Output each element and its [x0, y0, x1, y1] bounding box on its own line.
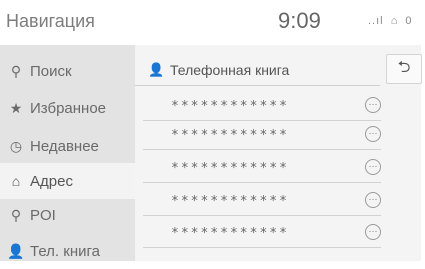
- sidebar-item-search[interactable]: ⚲ Поиск: [0, 53, 135, 89]
- status-icons: ..ıl ⌂ 0: [368, 15, 416, 27]
- list-item[interactable]: ************ ···: [143, 220, 381, 248]
- list-header: 👤 Телефонная книга: [135, 55, 380, 86]
- clock-display: 9:09: [278, 8, 321, 33]
- masked-entry: ************: [171, 226, 289, 241]
- sidebar-item-recent[interactable]: ◷ Недавнее: [0, 128, 135, 164]
- header-bar: Навигация 9:09 ..ıl ⌂ 0: [0, 0, 421, 46]
- sidebar-item-address[interactable]: ⌂ Адрес: [0, 163, 135, 199]
- masked-entry: ************: [171, 161, 289, 176]
- address-icon: ⌂: [11, 173, 21, 189]
- star-icon: ★: [9, 99, 23, 116]
- sidebar-item-favorites[interactable]: ★ Избранное: [0, 90, 135, 126]
- clock-icon: ◷: [9, 137, 23, 154]
- more-icon[interactable]: ···: [365, 126, 381, 142]
- list-item[interactable]: ************ ···: [143, 155, 381, 183]
- bluetooth-icon: 0: [405, 15, 413, 27]
- poi-pin-icon: ⚲: [10, 206, 22, 223]
- page-title: Навигация: [6, 11, 95, 31]
- signal-icon: ..ıl: [368, 15, 384, 27]
- list-item[interactable]: ************ ···: [143, 188, 381, 216]
- phone-icon: ⌂: [390, 15, 399, 27]
- sidebar-item-phonebook[interactable]: 👤 Тел. книга: [0, 233, 135, 269]
- more-icon[interactable]: ···: [365, 159, 381, 175]
- sidebar-item-label: Адрес: [30, 172, 73, 190]
- main-panel: 👤 Телефонная книга ⮌ ************ ··· **…: [135, 45, 422, 261]
- sidebar-item-poi[interactable]: ⚲ POI: [0, 197, 135, 233]
- more-icon[interactable]: ···: [365, 192, 381, 208]
- sidebar-item-label: Тел. книга: [30, 242, 100, 260]
- masked-entry: ************: [171, 128, 289, 143]
- person-icon: 👤: [148, 62, 165, 77]
- list-item[interactable]: ************ ···: [143, 93, 381, 121]
- navigation-screen: Навигация 9:09 ..ıl ⌂ 0 ⚲ Поиск ★ Избран…: [0, 0, 422, 261]
- person-icon: 👤: [7, 242, 25, 259]
- sidebar: ⚲ Поиск ★ Избранное ◷ Недавнее ⌂ Адрес ⚲…: [0, 45, 135, 261]
- back-button[interactable]: ⮌: [386, 54, 422, 84]
- search-icon: ⚲: [10, 62, 22, 79]
- more-icon[interactable]: ···: [365, 97, 381, 113]
- more-icon[interactable]: ···: [365, 224, 381, 240]
- list-header-label: Телефонная книга: [170, 62, 290, 78]
- masked-entry: ************: [171, 99, 289, 114]
- sidebar-item-label: Избранное: [30, 99, 107, 117]
- sidebar-item-label: Поиск: [30, 62, 72, 80]
- list-item[interactable]: ************ ···: [143, 122, 381, 150]
- sidebar-item-label: POI: [30, 206, 56, 224]
- sidebar-item-label: Недавнее: [30, 137, 99, 155]
- masked-entry: ************: [171, 194, 289, 209]
- back-arrow-icon: ⮌: [397, 58, 411, 76]
